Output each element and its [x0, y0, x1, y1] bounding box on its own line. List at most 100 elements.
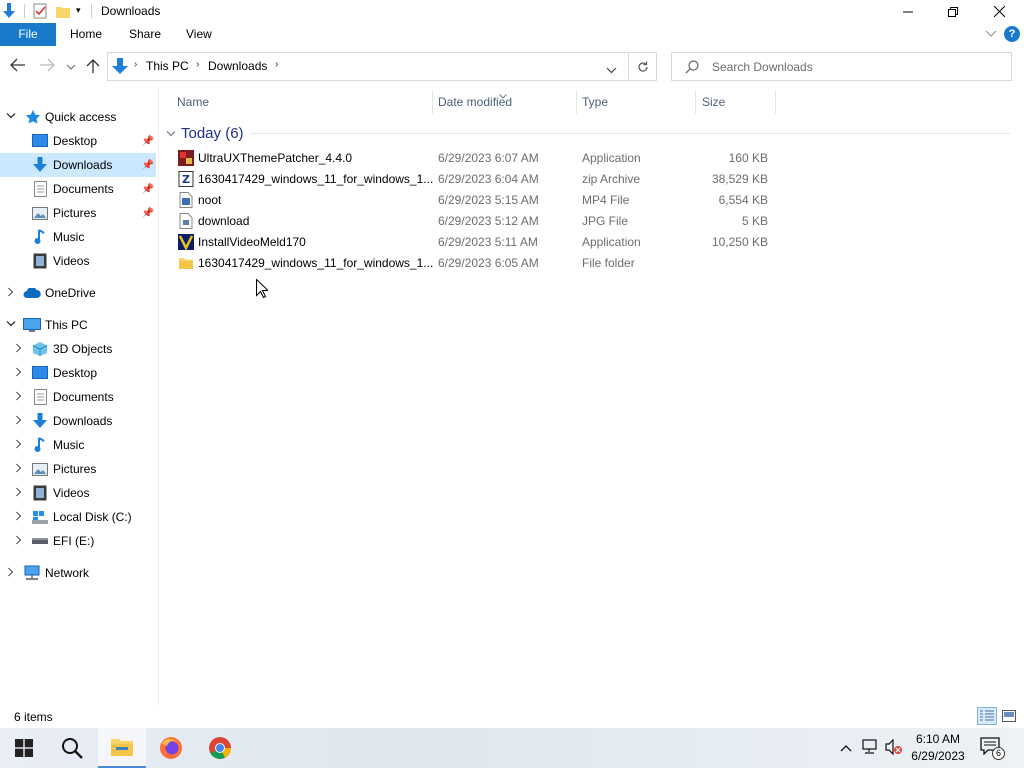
back-arrow-icon[interactable] — [10, 58, 26, 75]
collapse-chevron-icon[interactable] — [5, 112, 17, 123]
properties-icon[interactable] — [33, 3, 48, 19]
expand-chevron-icon[interactable] — [13, 415, 25, 428]
tab-share[interactable]: Share — [115, 23, 175, 46]
column-header-size[interactable]: Size — [702, 90, 725, 114]
nav-network[interactable]: Network — [0, 561, 156, 585]
nav-qa-music[interactable]: Music — [0, 225, 156, 249]
nav-qa-documents[interactable]: Documents 📌 — [0, 177, 156, 201]
column-divider[interactable] — [576, 90, 577, 114]
breadcrumb-separator-icon: › — [134, 59, 138, 70]
new-folder-icon[interactable] — [56, 4, 70, 18]
volume-muted-icon[interactable] — [885, 738, 903, 758]
column-header-name[interactable]: Name — [177, 90, 209, 114]
expand-chevron-icon[interactable] — [13, 439, 25, 452]
close-icon — [993, 6, 1005, 17]
expand-chevron-icon[interactable] — [13, 391, 25, 404]
video-file-icon — [178, 192, 194, 208]
column-divider[interactable] — [775, 90, 776, 114]
tab-file[interactable]: File — [0, 23, 56, 46]
nav-qa-desktop[interactable]: Desktop 📌 — [0, 129, 156, 153]
nav-label: EFI (E:) — [53, 534, 95, 548]
group-header-today[interactable]: Today (6) — [166, 123, 244, 143]
minimize-button[interactable] — [885, 0, 931, 23]
file-row[interactable]: UltraUXThemePatcher_4.4.0 6/29/2023 6:07… — [174, 148, 774, 169]
recent-locations-chevron-icon[interactable] — [66, 60, 76, 74]
nav-qa-videos[interactable]: Videos — [0, 249, 156, 273]
nav-pc-local-disk[interactable]: Local Disk (C:) — [0, 505, 156, 529]
forward-arrow-icon[interactable] — [39, 58, 55, 75]
taskbar-firefox[interactable] — [147, 728, 195, 768]
nav-pc-music[interactable]: Music — [0, 433, 156, 457]
search-box[interactable]: Search Downloads — [671, 52, 1012, 81]
folder-icon — [178, 255, 194, 271]
details-view-button[interactable] — [977, 707, 997, 725]
nav-onedrive[interactable]: OneDrive — [0, 281, 156, 305]
close-button[interactable] — [976, 0, 1022, 23]
expand-ribbon-chevron-icon[interactable] — [985, 27, 997, 42]
search-button[interactable] — [48, 728, 96, 768]
taskbar-file-explorer[interactable] — [98, 728, 146, 768]
file-row[interactable]: Z 1630417429_windows_11_for_windows_1...… — [174, 169, 774, 190]
pin-icon[interactable]: 📌 — [142, 160, 154, 171]
large-icons-view-button[interactable] — [1000, 708, 1018, 724]
file-row[interactable]: noot 6/29/2023 5:15 AM MP4 File 6,554 KB — [174, 190, 774, 211]
pin-icon[interactable]: 📌 — [142, 208, 154, 219]
customize-toolbar-chevron-icon[interactable]: ▾ — [76, 5, 86, 17]
refresh-button[interactable] — [629, 52, 657, 81]
collapse-group-chevron-icon[interactable] — [166, 125, 176, 142]
expand-chevron-icon[interactable] — [13, 343, 25, 356]
expand-chevron-icon[interactable] — [13, 463, 25, 476]
nav-pc-documents[interactable]: Documents — [0, 385, 156, 409]
column-divider[interactable] — [695, 90, 696, 114]
nav-qa-pictures[interactable]: Pictures 📌 — [0, 201, 156, 225]
column-header-type[interactable]: Type — [582, 90, 608, 114]
action-center-button[interactable]: 6 — [980, 737, 1005, 760]
nav-label: Videos — [53, 254, 90, 268]
column-divider[interactable] — [432, 90, 433, 114]
nav-label: Documents — [53, 182, 114, 196]
pin-icon[interactable]: 📌 — [142, 184, 154, 195]
collapse-chevron-icon[interactable] — [5, 320, 17, 331]
nav-pc-videos[interactable]: Videos — [0, 481, 156, 505]
documents-icon — [31, 181, 49, 197]
tab-view[interactable]: View — [172, 23, 226, 46]
tab-home[interactable]: Home — [56, 23, 116, 46]
breadcrumb-this-pc[interactable]: This PC — [146, 59, 189, 73]
restore-button[interactable] — [930, 0, 976, 23]
address-history-chevron-icon[interactable] — [606, 63, 617, 77]
file-row[interactable]: 1630417429_windows_11_for_windows_1... 6… — [174, 253, 774, 274]
expand-chevron-icon[interactable] — [5, 287, 17, 300]
breadcrumb-downloads[interactable]: Downloads — [208, 59, 267, 73]
file-type: zip Archive — [582, 172, 641, 186]
help-icon[interactable]: ? — [1004, 26, 1020, 42]
expand-chevron-icon[interactable] — [13, 511, 25, 524]
nav-quick-access[interactable]: Quick access — [0, 105, 156, 129]
large-icons-view-icon — [1002, 710, 1016, 722]
taskbar-chrome[interactable] — [196, 728, 244, 768]
show-hidden-icons-chevron-icon[interactable] — [840, 741, 852, 755]
file-type: JPG File — [582, 214, 629, 228]
up-arrow-icon[interactable] — [86, 58, 100, 77]
nav-pc-desktop[interactable]: Desktop — [0, 361, 156, 385]
expand-chevron-icon[interactable] — [13, 367, 25, 380]
file-row[interactable]: download 6/29/2023 5:12 AM JPG File 5 KB — [174, 211, 774, 232]
nav-qa-downloads[interactable]: Downloads 📌 — [0, 153, 156, 177]
network-status-icon[interactable] — [862, 739, 880, 758]
expand-chevron-icon[interactable] — [13, 535, 25, 548]
nav-pc-efi[interactable]: EFI (E:) — [0, 529, 156, 553]
nav-pc-pictures[interactable]: Pictures — [0, 457, 156, 481]
computer-icon — [23, 317, 41, 333]
expand-chevron-icon[interactable] — [13, 487, 25, 500]
pane-splitter[interactable] — [158, 88, 159, 706]
nav-pc-downloads[interactable]: Downloads — [0, 409, 156, 433]
file-row[interactable]: InstallVideoMeld170 6/29/2023 5:11 AM Ap… — [174, 232, 774, 253]
nav-pc-3d-objects[interactable]: 3D Objects — [0, 337, 156, 361]
expand-chevron-icon[interactable] — [5, 567, 17, 580]
address-bar[interactable]: › This PC › Downloads › — [107, 52, 629, 81]
nav-this-pc[interactable]: This PC — [0, 313, 156, 337]
start-button[interactable] — [0, 728, 48, 768]
downloads-arrow-icon — [2, 3, 16, 19]
pin-icon[interactable]: 📌 — [142, 136, 154, 147]
drive-icon — [31, 533, 49, 549]
clock[interactable]: 6:10 AM 6/29/2023 — [906, 731, 970, 765]
